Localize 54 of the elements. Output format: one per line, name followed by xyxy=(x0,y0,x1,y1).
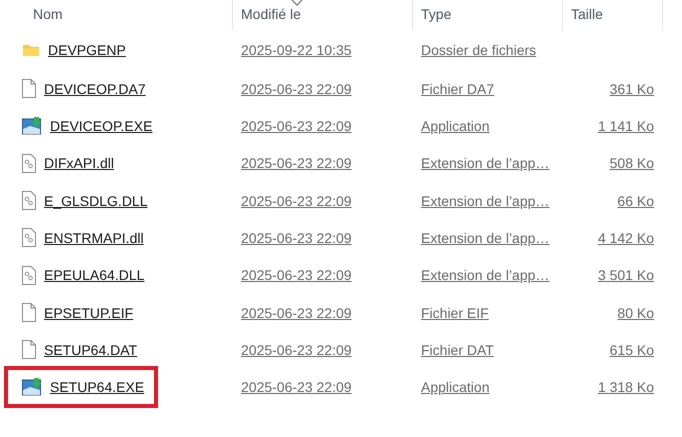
file-type: Fichier DA7 xyxy=(420,80,496,97)
file-name[interactable]: DIFxAPI.dll xyxy=(44,155,114,172)
modified-date: 2025-06-23 22:09 xyxy=(240,378,353,395)
file-type: Fichier EIF xyxy=(420,304,490,321)
column-header[interactable]: Nom xyxy=(0,0,233,30)
file-name[interactable]: DEVICEOP.EXE xyxy=(50,118,152,134)
modified-date: 2025-06-23 22:09 xyxy=(240,230,353,246)
file-size: 80 Ko xyxy=(617,304,654,321)
modified-date: 2025-06-23 22:09 xyxy=(240,80,353,97)
file-size: 66 Ko xyxy=(617,192,654,209)
file-type: Fichier DAT xyxy=(420,342,495,358)
gear-file-icon xyxy=(22,228,36,248)
file-size: 615 Ko xyxy=(610,342,654,358)
file-name[interactable]: DEVICEOP.DA7 xyxy=(44,80,146,97)
installer-icon xyxy=(22,116,42,135)
modified-date: 2025-06-23 22:09 xyxy=(240,155,353,172)
modified-date: 2025-06-23 22:09 xyxy=(240,192,353,209)
file-type: Extension de l’app… xyxy=(420,230,550,246)
modified-date: 2025-06-23 22:09 xyxy=(240,342,353,358)
file-size: 1 318 Ko xyxy=(598,378,654,395)
chevron-icon xyxy=(291,0,303,6)
modified-date: 2025-06-23 22:09 xyxy=(240,118,353,134)
file-type: Extension de l’app… xyxy=(420,192,550,209)
file-icon xyxy=(22,303,36,322)
file-size: 508 Ko xyxy=(610,155,654,172)
file-size: 4 142 Ko xyxy=(598,230,654,246)
column-header[interactable]: Type xyxy=(413,0,563,30)
file-type: Extension de l’app… xyxy=(420,155,550,172)
gear-file-icon xyxy=(22,191,36,210)
file-size: 3 501 Ko xyxy=(598,267,654,284)
modified-date: 2025-06-23 22:09 xyxy=(240,267,353,284)
column-header[interactable]: Modifié le xyxy=(233,0,413,30)
gear-file-icon xyxy=(22,154,36,173)
file-type: Application xyxy=(420,118,490,134)
column-header[interactable]: Taille xyxy=(563,0,663,30)
file-name[interactable]: DEVPGENP xyxy=(48,42,126,58)
file-type: Extension de l’app… xyxy=(420,267,550,284)
file-type: Dossier de fichiers xyxy=(420,42,538,58)
file-icon xyxy=(22,340,36,360)
file-name[interactable]: ENSTRMAPI.dll xyxy=(44,230,144,246)
file-name[interactable]: EPSETUP.EIF xyxy=(44,304,134,321)
file-size: 361 Ko xyxy=(610,80,654,97)
file-type: Application xyxy=(420,378,490,395)
folder-icon xyxy=(22,42,40,58)
file-icon xyxy=(22,79,36,98)
modified-date: 2025-09-22 10:35 xyxy=(240,42,353,58)
modified-date: 2025-06-23 22:09 xyxy=(240,304,353,321)
gear-file-icon xyxy=(22,266,36,285)
file-name[interactable]: E_GLSDLG.DLL xyxy=(44,192,148,209)
file-size: 1 141 Ko xyxy=(598,118,654,134)
file-name[interactable]: SETUP64.DAT xyxy=(44,342,138,358)
installer-icon xyxy=(22,378,42,396)
file-name[interactable]: EPEULA64.DLL xyxy=(44,267,144,284)
file-name[interactable]: SETUP64.EXE xyxy=(50,378,144,395)
